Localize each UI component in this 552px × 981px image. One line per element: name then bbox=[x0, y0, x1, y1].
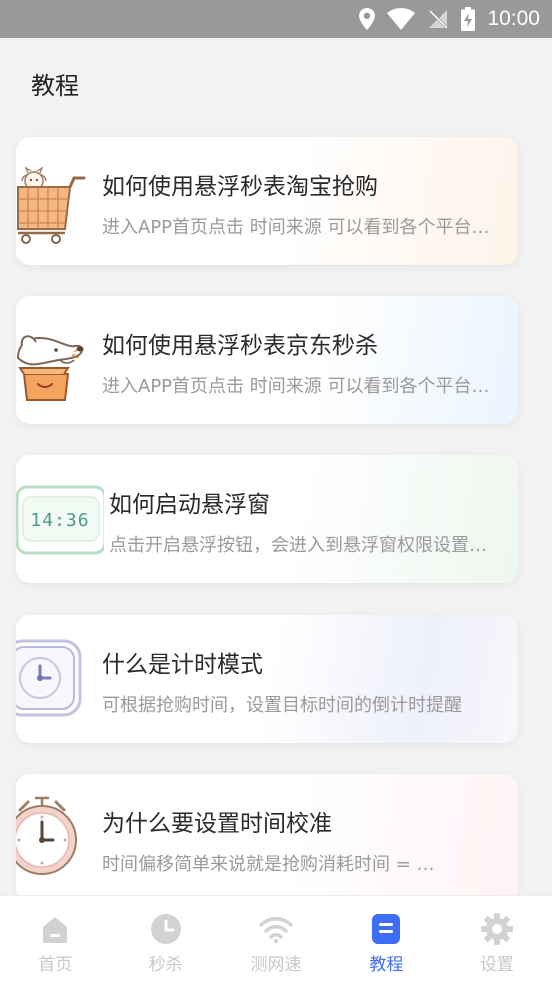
tutorial-card-floating-window[interactable]: 14:36 如何启动悬浮窗 点击开启悬浮按钮，会进入到悬浮窗权限设置页面 bbox=[16, 455, 518, 583]
tab-tutorial[interactable]: 教程 bbox=[331, 896, 441, 981]
gear-icon bbox=[480, 912, 514, 946]
card-description: 可根据抢购时间，设置目标时间的倒计时提醒 bbox=[102, 695, 462, 716]
card-description: 进入APP首页点击 时间来源 可以看到各个平台的时间 bbox=[102, 376, 496, 397]
tab-settings[interactable]: 设置 bbox=[442, 896, 552, 981]
tab-label: 测网速 bbox=[250, 955, 302, 975]
tutorial-card-taobao[interactable]: 如何使用悬浮秒表淘宝抢购 进入APP首页点击 时间来源 可以看到各个平台的时间 bbox=[16, 137, 518, 265]
alarm-clock-illustration bbox=[16, 796, 77, 875]
wifi-icon bbox=[259, 912, 293, 946]
tutorial-card-timer-mode[interactable]: 什么是计时模式 可根据抢购时间，设置目标时间的倒计时提醒 bbox=[16, 615, 518, 743]
home-icon bbox=[38, 912, 72, 946]
tutorial-list[interactable]: 教程 如何使用悬浮秒表淘宝抢购 进入APP首页点击 时间来源 可以看到各个平台的… bbox=[0, 0, 552, 895]
card-description: 点击开启悬浮按钮，会进入到悬浮窗权限设置页面 bbox=[109, 535, 503, 556]
tutorial-icon bbox=[369, 912, 403, 946]
tab-label: 秒杀 bbox=[148, 955, 183, 975]
tab-label: 首页 bbox=[38, 955, 73, 975]
tab-home[interactable]: 首页 bbox=[0, 896, 110, 981]
floating-clock-display: 14:36 bbox=[30, 510, 90, 531]
card-title: 如何使用悬浮秒表淘宝抢购 bbox=[102, 174, 378, 200]
tab-flash-sale[interactable]: 秒杀 bbox=[110, 896, 220, 981]
bottom-tab-bar: 首页 秒杀 测网速 教程 设置 bbox=[0, 895, 552, 981]
card-description: 进入APP首页点击 时间来源 可以看到各个平台的时间 bbox=[102, 217, 496, 238]
timer-clock-illustration bbox=[16, 639, 82, 717]
card-description: 时间偏移简单来说就是抢购消耗时间 = … bbox=[102, 854, 435, 875]
clock-icon bbox=[149, 912, 183, 946]
tab-label: 设置 bbox=[479, 955, 514, 975]
card-title: 什么是计时模式 bbox=[102, 652, 263, 678]
card-title: 为什么要设置时间校准 bbox=[102, 811, 332, 837]
tutorial-card-jd[interactable]: 如何使用悬浮秒表京东秒杀 进入APP首页点击 时间来源 可以看到各个平台的时间 bbox=[16, 296, 518, 424]
shopping-cart-illustration bbox=[17, 166, 86, 244]
card-title: 如何使用悬浮秒表京东秒杀 bbox=[102, 333, 378, 359]
page-title: 教程 bbox=[31, 72, 79, 100]
card-title: 如何启动悬浮窗 bbox=[109, 492, 270, 518]
tab-label: 教程 bbox=[369, 955, 404, 975]
tutorial-card-time-calibration[interactable]: 为什么要设置时间校准 时间偏移简单来说就是抢购消耗时间 = … bbox=[16, 774, 518, 895]
tab-speed-test[interactable]: 测网速 bbox=[221, 896, 331, 981]
dog-mascot-illustration bbox=[16, 335, 84, 401]
